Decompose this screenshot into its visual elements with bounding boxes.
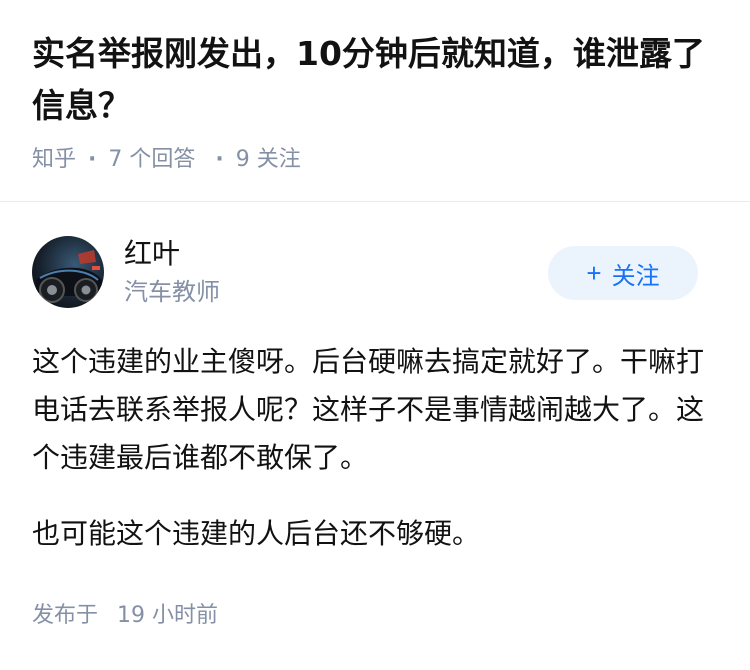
plus-icon: + xyxy=(586,257,602,288)
question-meta: 知乎 · 7 个回答 · 9 关注 xyxy=(32,144,722,176)
question-title[interactable]: 实名举报刚发出，10分钟后就知道，谁泄露了信息？ xyxy=(32,28,722,132)
author-name[interactable]: 红叶 xyxy=(124,236,220,272)
source-label[interactable]: 知乎 xyxy=(32,144,76,176)
published-time-value: 19 小时前 xyxy=(117,603,219,628)
avatar-image xyxy=(32,236,104,308)
answer-count[interactable]: 7 个回答 xyxy=(108,144,195,176)
publish-time: 发布于 19 小时前 xyxy=(32,600,218,632)
follower-count[interactable]: 9 关注 xyxy=(236,144,301,176)
question-header: 实名举报刚发出，10分钟后就知道，谁泄露了信息？ 知乎 · 7 个回答 · 9 … xyxy=(32,28,722,176)
avatar[interactable] xyxy=(32,236,104,308)
author-row: 红叶 汽车教师 + 关注 xyxy=(32,236,698,308)
author-info: 红叶 汽车教师 xyxy=(124,236,220,308)
meta-separator: · xyxy=(215,147,224,172)
published-label: 发布于 xyxy=(32,603,99,628)
answer-paragraph: 也可能这个违建的人后台还不够硬。 xyxy=(32,517,481,550)
answer-body: 这个违建的业主傻呀。后台硬嘛去搞定就好了。干嘛打电话去联系举报人呢？这样子不是事… xyxy=(32,338,718,586)
meta-separator: · xyxy=(88,147,97,172)
author-headline: 汽车教师 xyxy=(124,278,220,306)
answer-paragraph: 这个违建的业主傻呀。后台硬嘛去搞定就好了。干嘛打电话去联系举报人呢？这样子不是事… xyxy=(32,345,705,474)
follow-button[interactable]: + 关注 xyxy=(548,246,698,300)
follow-label: 关注 xyxy=(611,262,660,290)
section-divider xyxy=(0,201,750,202)
